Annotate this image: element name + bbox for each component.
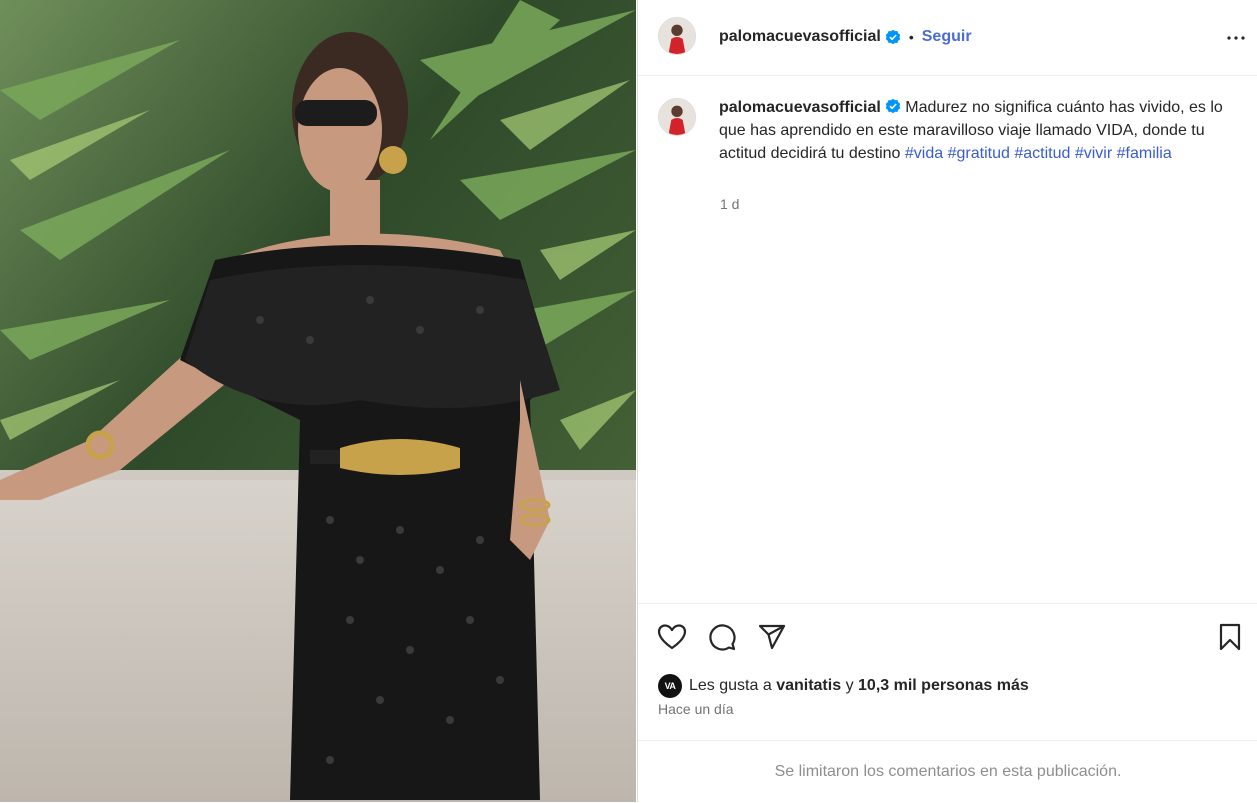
- likes-prefix: Les gusta a: [689, 677, 772, 694]
- author-username[interactable]: palomacuevasofficial: [719, 28, 881, 46]
- more-options-icon[interactable]: [1224, 26, 1248, 50]
- comment-icon[interactable]: [706, 621, 738, 653]
- post-caption: palomacuevasofficial Madurez no signific…: [719, 96, 1224, 165]
- header-row: palomacuevasofficial • Seguir: [719, 26, 972, 48]
- follow-button[interactable]: Seguir: [922, 28, 972, 46]
- comments-disabled-notice: Se limitaron los comentarios en esta pub…: [638, 740, 1257, 803]
- author-avatar[interactable]: [658, 17, 696, 55]
- likes-and: y: [845, 677, 854, 694]
- liker-avatar[interactable]: VA: [658, 674, 682, 698]
- post-photo[interactable]: [0, 0, 636, 802]
- bookmark-icon[interactable]: [1214, 621, 1246, 653]
- hashtag-link[interactable]: #vivir: [1075, 145, 1112, 162]
- post-panel: palomacuevasofficial • Seguir palomacuev…: [637, 0, 1257, 802]
- hashtag-link[interactable]: #familia: [1117, 145, 1172, 162]
- separator-dot: •: [908, 29, 914, 45]
- likes-summary[interactable]: VA Les gusta a vanitatis y 10,3 mil pers…: [658, 674, 1029, 698]
- caption-username[interactable]: palomacuevasofficial: [719, 99, 881, 116]
- liker-username[interactable]: vanitatis: [776, 677, 841, 695]
- post-header: palomacuevasofficial • Seguir: [638, 0, 1257, 76]
- post-timestamp[interactable]: Hace un día: [658, 701, 734, 717]
- avatar-image: [659, 99, 695, 135]
- hashtag-link[interactable]: #gratitud: [948, 145, 1010, 162]
- post-image: [0, 0, 636, 802]
- avatar-image: [659, 18, 695, 54]
- verified-badge-icon: [885, 29, 901, 45]
- caption-timestamp[interactable]: 1 d: [720, 196, 739, 212]
- hashtag-link[interactable]: #actitud: [1014, 145, 1070, 162]
- share-icon[interactable]: [756, 621, 788, 653]
- action-bar: [638, 603, 1257, 669]
- verified-badge-icon: [885, 98, 901, 114]
- heart-icon[interactable]: [656, 621, 688, 653]
- caption-author-avatar[interactable]: [658, 98, 696, 136]
- likes-others-link[interactable]: 10,3 mil personas más: [858, 677, 1029, 695]
- hashtag-link[interactable]: #vida: [905, 145, 943, 162]
